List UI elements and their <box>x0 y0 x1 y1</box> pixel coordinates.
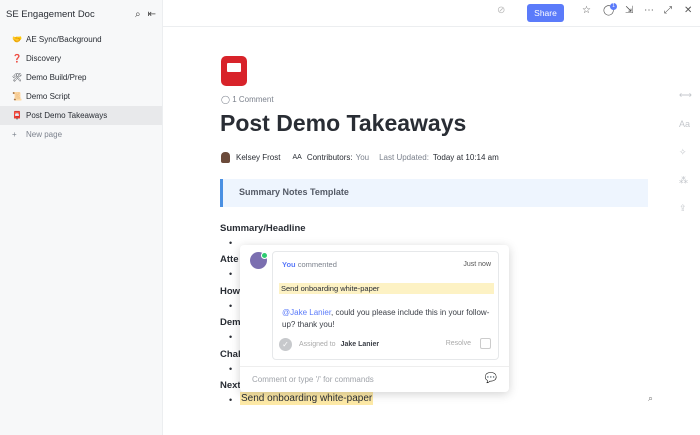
notification-badge: 1 <box>610 3 617 10</box>
check-icon: ✓ <box>279 338 292 351</box>
section-heading: How <box>220 286 241 297</box>
assigned-label: Assigned to <box>299 341 336 348</box>
tag-icon[interactable]: ⊘ <box>497 5 505 16</box>
expand-icon[interactable]: ⤢ <box>664 5 672 16</box>
comment-action: commented <box>297 260 337 269</box>
bullet: • <box>229 395 233 405</box>
sidebar-item-label: Demo Script <box>26 92 71 101</box>
width-icon[interactable]: ⟷ <box>679 90 692 101</box>
author-name: Kelsey Frost <box>236 153 281 162</box>
tools-icon: 🛠 <box>12 73 23 82</box>
ai-icon[interactable]: ⁂ <box>679 175 688 186</box>
typography-icon[interactable]: Aa <box>679 119 690 129</box>
sidebar: SE Engagement Doc ⌕ ⇤ 🤝 AE Sync/Background… <box>0 0 163 435</box>
assignee[interactable]: Jake Lanier <box>341 341 380 348</box>
download-icon[interactable]: ⇲ <box>625 5 633 16</box>
comment-body: @Jake Lanier, could you please include t… <box>282 307 492 331</box>
doc-title: SE Engagement Doc <box>6 8 95 20</box>
bullet[interactable]: • <box>229 269 232 279</box>
search-icon[interactable]: ⌕ <box>648 393 653 404</box>
sidebar-item-discovery[interactable]: ❓ Discovery <box>0 49 162 68</box>
sidebar-item-post-demo[interactable]: 📮 Post Demo Takeaways <box>0 106 162 125</box>
page-emoji-postbox-icon[interactable] <box>221 56 247 86</box>
comment-count-label: 1 Comment <box>232 95 274 104</box>
close-icon[interactable]: ✕ <box>684 5 692 16</box>
sidebar-item-label: AE Sync/Background <box>26 35 102 44</box>
export-icon[interactable]: ⇪ <box>679 203 687 214</box>
sidebar-item-label: Demo Build/Prep <box>26 73 87 82</box>
resolve-label: Resolve <box>445 340 471 347</box>
resolve-checkbox[interactable] <box>480 338 491 349</box>
sidebar-item-label: Post Demo Takeaways <box>26 111 108 120</box>
collapse-sidebar-icon[interactable]: ⇤ <box>148 9 156 20</box>
comment-card: You commented Just now Send onboarding w… <box>272 251 499 360</box>
updated-label: Last Updated: <box>379 153 429 162</box>
search-icon[interactable]: ⌕ <box>135 9 141 20</box>
page-title: Post Demo Takeaways <box>220 110 467 136</box>
question-icon: ❓ <box>12 54 22 63</box>
commenter-avatar <box>250 252 268 269</box>
section-heading: Chal <box>220 349 241 360</box>
contributors-icon: AA <box>292 154 302 161</box>
bullet[interactable]: • <box>229 301 232 311</box>
updated-value: Today at 10:14 am <box>432 153 499 162</box>
comment-placeholder: Comment or type '/' for commands <box>252 375 374 384</box>
contributors-label: Contributors: <box>306 153 353 162</box>
sidebar-item-label: Discovery <box>26 54 62 63</box>
sidebar-item-demo-script[interactable]: 📜 Demo Script <box>0 87 162 106</box>
comment-popup: You commented Just now Send onboarding w… <box>240 245 509 392</box>
bullet[interactable]: • <box>229 332 232 342</box>
section-heading: Atte <box>220 254 239 265</box>
comment-input[interactable]: Comment or type '/' for commands 💬 <box>240 366 509 392</box>
comment-time: Just now <box>463 261 491 268</box>
bullet[interactable]: • <box>229 238 232 248</box>
comment-author: You <box>282 260 296 269</box>
section-heading: Dem <box>220 317 241 328</box>
highlighted-text[interactable]: Send onboarding white-paper <box>240 392 374 405</box>
sidebar-item-demo-build[interactable]: 🛠 Demo Build/Prep <box>0 68 162 87</box>
postbox-icon: 📮 <box>12 111 22 120</box>
plus-icon: + <box>12 130 17 139</box>
bullet[interactable]: • <box>229 364 232 374</box>
new-page-label: New page <box>26 130 63 139</box>
author-avatar <box>221 152 230 163</box>
share-button[interactable]: Share <box>527 4 564 22</box>
more-icon[interactable]: ⋯ <box>644 5 654 16</box>
contributors-value: You <box>355 153 370 162</box>
section-heading: Next <box>220 380 241 391</box>
new-page-button[interactable]: + New page <box>0 125 162 144</box>
comment-quote: Send onboarding white-paper <box>279 283 494 294</box>
callout: Summary Notes Template <box>220 179 648 207</box>
scroll-icon: 📜 <box>12 92 22 101</box>
magic-icon[interactable]: ✧ <box>679 147 687 158</box>
sidebar-item-ae-sync[interactable]: 🤝 AE Sync/Background <box>0 30 162 49</box>
star-icon[interactable]: ☆ <box>582 5 591 16</box>
topbar <box>163 0 700 27</box>
page-meta: Kelsey Frost AA Contributors: You Last U… <box>221 152 499 163</box>
mention-link[interactable]: @Jake Lanier <box>282 308 331 317</box>
section-heading: Summary/Headline <box>220 223 306 234</box>
comment-count[interactable]: ◯ 1 Comment <box>221 95 274 104</box>
handshake-icon: 🤝 <box>12 35 22 44</box>
send-comment-icon[interactable]: 💬 <box>485 373 497 384</box>
